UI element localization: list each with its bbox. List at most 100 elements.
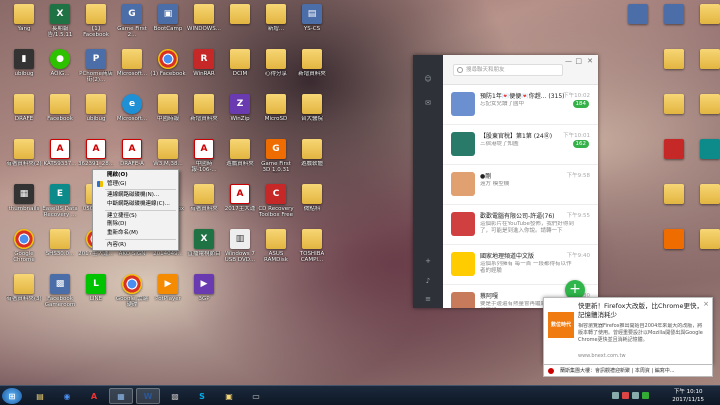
desktop-icon[interactable]: X 直播電視節目 xyxy=(186,229,222,265)
desktop-icon[interactable] xyxy=(692,139,720,175)
line-tray-icon[interactable] xyxy=(642,392,649,399)
context-menu-item[interactable]: 連線網路磁碟機(N)... xyxy=(93,191,178,200)
desktop-icon[interactable] xyxy=(656,49,692,85)
volume-icon[interactable] xyxy=(632,392,639,399)
clock[interactable]: 下午 10:10 2017/11/15 xyxy=(672,388,704,404)
chat-row[interactable]: 【股東官稅】第1第 (24Ⓑ) 三宿港堤了知圖 下午10:01 162 xyxy=(443,125,598,165)
antivirus-icon[interactable] xyxy=(622,392,629,399)
notification-popup[interactable]: 數位時代 快更新！Firefox大改版，比Chrome更快，記憶體消耗少 相容瀏… xyxy=(543,297,713,365)
taskbar-word-icon[interactable]: W xyxy=(136,388,160,404)
desktop-icon[interactable] xyxy=(656,4,692,40)
desktop-icon[interactable] xyxy=(692,94,720,130)
desktop-icon[interactable]: DRAFE xyxy=(6,94,42,130)
desktop-icon[interactable]: L LINE xyxy=(78,274,114,310)
close-icon[interactable]: ✕ xyxy=(587,57,593,65)
desktop-icon[interactable]: Microsoft... xyxy=(114,49,150,85)
desktop-icon[interactable] xyxy=(656,94,692,130)
desktop-icon[interactable]: ▥ Windows 7 USB DVD... xyxy=(222,229,258,265)
desktop-icon[interactable]: ▣ BootCamp xyxy=(150,4,186,40)
desktop-icon[interactable] xyxy=(692,49,720,85)
desktop-icon[interactable]: 心得分享 xyxy=(258,49,294,85)
desktop-icon[interactable]: C CD Recovery Toolbox Free xyxy=(258,184,294,220)
notification-strip[interactable]: 蘭斯集團大樓：會訊觀禮迎新聚 | 本周資 | 編寫中... xyxy=(543,365,713,377)
desktop-icon[interactable]: Google Chrome xyxy=(6,229,42,265)
desktop-icon[interactable] xyxy=(656,184,692,220)
bell-icon[interactable]: ♪ xyxy=(422,275,434,287)
desktop-icon[interactable] xyxy=(656,139,692,175)
desktop-icon[interactable]: A 2017主大運 xyxy=(222,184,258,220)
desktop-icon[interactable]: 新增資料夾 xyxy=(186,94,222,130)
desktop-icon[interactable]: ▤ YS-CS xyxy=(294,4,330,40)
desktop-icon[interactable]: ASUS RAMDisk xyxy=(258,229,294,265)
context-menu-item[interactable]: 開啟(O) xyxy=(93,171,178,180)
chat-row[interactable]: ●剛 遠方 模型機 下午9:58 xyxy=(443,165,598,205)
desktop-icon[interactable] xyxy=(692,184,720,220)
search-input[interactable]: 搜尋聯天和朋友 xyxy=(453,64,563,76)
desktop-icon[interactable]: Yang xyxy=(6,4,42,40)
desktop-icon[interactable] xyxy=(620,4,656,40)
chat-row[interactable]: 國家地理頻道中文版 這個系列擁有 每一首 一段都得有以作者的經驗 下午9:40 xyxy=(443,245,598,285)
desktop-icon[interactable]: TOSHIBA CAMPI... xyxy=(294,229,330,265)
desktop-icon[interactable]: Z WinZip xyxy=(222,94,258,130)
taskbar-chrome-icon[interactable]: ◉ xyxy=(55,388,79,404)
desktop-icon[interactable]: e Microsoft... xyxy=(114,94,150,130)
desktop-icon[interactable]: ▶ PotPlayer xyxy=(150,274,186,310)
desktop-icon[interactable] xyxy=(692,4,720,40)
desktop-icon[interactable]: 有著資料夾(3) xyxy=(6,274,42,310)
chat-row[interactable]: 預防1年💌便便💌你趕... (315) 忘記女兒讀了國中 下午10:02 184 xyxy=(443,85,598,125)
taskbar-file-explorer-icon[interactable]: ▤ xyxy=(28,388,52,404)
taskbar-explorer-window-icon[interactable]: ▦ xyxy=(109,388,133,404)
desktop-icon[interactable]: Facebook xyxy=(42,94,78,130)
desktop-icon[interactable]: 【1】Facebook xyxy=(78,4,114,40)
desktop-icon[interactable]: 有著資料夾 xyxy=(186,184,222,220)
minimize-icon[interactable]: — xyxy=(565,57,572,65)
desktop-icon[interactable]: ▩ Facebook Gameroom xyxy=(42,274,78,310)
desktop-icon[interactable]: MicroSD xyxy=(258,94,294,130)
desktop-icon[interactable]: 微點科 xyxy=(294,184,330,220)
taskbar-grid-app-icon[interactable]: ▩ xyxy=(163,388,187,404)
context-menu-item[interactable]: 管理(G) xyxy=(93,180,178,189)
desktop-icon[interactable]: ubibug xyxy=(78,94,114,130)
desktop-icon[interactable]: X 長期報告/1.5.11 xyxy=(42,4,78,40)
taskbar-folder-icon[interactable]: ▣ xyxy=(217,388,241,404)
network-icon[interactable] xyxy=(612,392,619,399)
context-menu-item[interactable]: 刪除(D) xyxy=(93,220,178,229)
desktop-icon[interactable] xyxy=(692,229,720,265)
desktop-icon[interactable] xyxy=(656,229,692,265)
start-button[interactable]: ⊞ xyxy=(2,388,22,404)
desktop-icon[interactable]: Google 雲端硬碟 xyxy=(114,274,150,310)
context-menu-item[interactable]: 中斷網路磁碟機連線(C)... xyxy=(93,200,178,209)
desktop-icon[interactable]: (1) Facebook xyxy=(150,49,186,85)
desktop-icon[interactable]: 有著資料夾(2) xyxy=(6,139,42,175)
desktop-icon[interactable]: 新增資料夾 xyxy=(294,49,330,85)
chats-icon[interactable]: ✉ xyxy=(422,97,434,109)
desktop-icon[interactable]: ● AOIG... xyxy=(42,49,78,85)
desktop-icon[interactable]: P PChome商店街(2)... xyxy=(78,49,114,85)
desktop-icon[interactable]: SHS30.0... xyxy=(42,229,78,265)
taskbar-window-app-icon[interactable]: ▭ xyxy=(244,388,268,404)
context-menu-item[interactable]: 建立捷徑(S) xyxy=(93,212,178,221)
context-menu-item[interactable]: 重新命名(M) xyxy=(93,229,178,238)
menu-icon[interactable]: ≡ xyxy=(422,293,434,305)
desktop-icon[interactable]: R WinRAR xyxy=(186,49,222,85)
chat-row[interactable]: 歡歡電腦有限公司-許逼(76) 這個影片在YouTube發佈，我們好得到了，可能是… xyxy=(443,205,598,245)
desktop-icon[interactable]: A 中國時報-106-... xyxy=(186,139,222,175)
profile-icon[interactable]: ☺ xyxy=(422,73,434,85)
desktop-icon[interactable]: ▮ ubibug xyxy=(6,49,42,85)
add-friend-icon[interactable]: + xyxy=(422,255,434,267)
maximize-icon[interactable]: □ xyxy=(575,57,582,65)
taskbar-skype-icon[interactable]: S xyxy=(190,388,214,404)
desktop-icon[interactable]: G Game First 3D 1.0.31 (2) xyxy=(258,139,294,175)
close-icon[interactable]: × xyxy=(703,300,709,308)
taskbar-pdf-reader-icon[interactable]: A xyxy=(82,388,106,404)
desktop-icon[interactable] xyxy=(222,4,258,40)
desktop-icon[interactable]: ▶ 3GP xyxy=(186,274,222,310)
desktop-icon[interactable]: ▦ thumbnails xyxy=(6,184,42,220)
desktop-icon[interactable]: WINDOWS... xyxy=(186,4,222,40)
desktop-icon[interactable]: E EaseUS Data Recovery ... xyxy=(42,184,78,220)
desktop-icon[interactable]: DCIM xyxy=(222,49,258,85)
desktop-icon[interactable]: 新增... xyxy=(258,4,294,40)
desktop-icon[interactable]: 台大醫院 xyxy=(294,94,330,130)
desktop-icon[interactable]: A KAT59337... xyxy=(42,139,78,175)
context-menu-item[interactable]: 內容(R) xyxy=(93,241,178,250)
